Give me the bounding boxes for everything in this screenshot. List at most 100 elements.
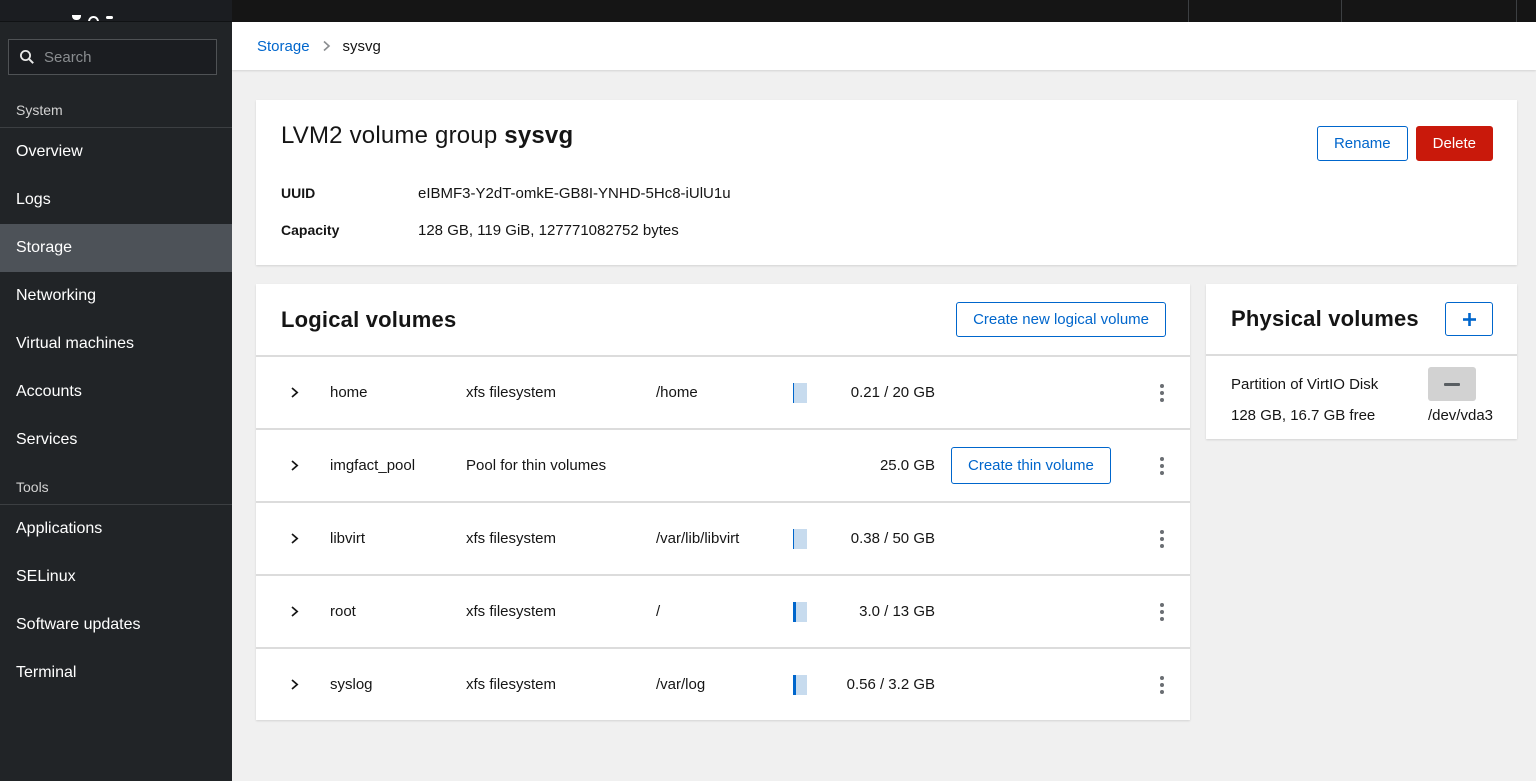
logo-fragment bbox=[72, 15, 81, 20]
sidebar-item-terminal[interactable]: Terminal bbox=[0, 649, 232, 697]
sidebar-item-accounts[interactable]: Accounts bbox=[0, 368, 232, 416]
sidebar-item-label: Applications bbox=[16, 520, 103, 537]
lv-name: imgfact_pool bbox=[330, 457, 416, 474]
topbar-divider bbox=[1188, 0, 1189, 22]
search-input[interactable] bbox=[44, 48, 206, 66]
kebab-menu-icon[interactable] bbox=[1134, 383, 1190, 402]
lv-type: xfs filesystem bbox=[466, 676, 557, 693]
minus-icon bbox=[1443, 382, 1460, 386]
sidebar-item-label: Virtual machines bbox=[16, 335, 134, 352]
sidebar-item-label: Logs bbox=[16, 191, 51, 208]
kebab-menu-icon[interactable] bbox=[1134, 529, 1190, 548]
lv-usage: 0.21 / 20 GB bbox=[850, 384, 935, 401]
lv-mount: /home bbox=[656, 384, 698, 401]
brand-logo-clipped bbox=[0, 0, 232, 22]
sidebar-item-selinux[interactable]: SELinux bbox=[0, 553, 232, 601]
lv-name: libvirt bbox=[330, 530, 366, 547]
kebab-menu-icon[interactable] bbox=[1134, 602, 1190, 621]
rename-button[interactable]: Rename bbox=[1316, 126, 1408, 161]
sidebar-item-networking[interactable]: Networking bbox=[0, 272, 232, 320]
pv-device: /dev/vda3 bbox=[1427, 407, 1493, 424]
topbar-divider bbox=[1516, 0, 1517, 22]
usage-bar bbox=[793, 674, 807, 695]
lv-row-syslog[interactable]: syslog xfs filesystem /var/log 0.56 / 3.… bbox=[256, 647, 1190, 720]
lv-name: syslog bbox=[330, 676, 373, 693]
capacity-field: Capacity 128 GB, 119 GiB, 127771082752 b… bbox=[281, 222, 1493, 239]
kebab-menu-icon[interactable] bbox=[1134, 675, 1190, 694]
sidebar-item-logs[interactable]: Logs bbox=[0, 176, 232, 224]
topbar-divider bbox=[1341, 0, 1342, 22]
capacity-label: Capacity bbox=[281, 222, 340, 238]
lv-type: xfs filesystem bbox=[466, 384, 557, 401]
breadcrumb-current: sysvg bbox=[342, 37, 381, 55]
lv-row-root[interactable]: root xfs filesystem / 3.0 / 13 GB bbox=[256, 574, 1190, 647]
usage-bar bbox=[793, 528, 807, 549]
sidebar-item-label: SELinux bbox=[16, 568, 76, 585]
lv-name: home bbox=[330, 384, 368, 401]
remove-physical-volume-button[interactable] bbox=[1427, 367, 1476, 401]
volume-group-card: LVM2 volume group sysvg Rename Delete UU… bbox=[256, 100, 1517, 265]
uuid-label: UUID bbox=[281, 185, 316, 201]
sidebar: System Overview Logs Storage Networking … bbox=[0, 0, 232, 781]
lv-type: xfs filesystem bbox=[466, 603, 557, 620]
page-title-prefix: LVM2 volume group bbox=[281, 122, 505, 149]
lv-mount: /var/lib/libvirt bbox=[656, 530, 740, 547]
logo-fragment bbox=[88, 16, 99, 21]
page-title: LVM2 volume group sysvg bbox=[281, 122, 573, 150]
lv-row-imgfact-pool[interactable]: imgfact_pool Pool for thin volumes 25.0 … bbox=[256, 428, 1190, 501]
sidebar-item-services[interactable]: Services bbox=[0, 416, 232, 464]
physical-volumes-card: Physical volumes Partition of VirtIO Dis… bbox=[1206, 284, 1517, 439]
delete-button[interactable]: Delete bbox=[1415, 126, 1493, 161]
breadcrumb-storage-link[interactable]: Storage bbox=[257, 38, 310, 55]
breadcrumb-chevron-icon bbox=[322, 40, 331, 52]
lv-row-libvirt[interactable]: libvirt xfs filesystem /var/lib/libvirt … bbox=[256, 501, 1190, 574]
search-icon bbox=[19, 49, 35, 65]
lv-mount: / bbox=[656, 603, 661, 620]
expand-chevron-icon[interactable] bbox=[272, 532, 330, 545]
physical-volumes-title: Physical volumes bbox=[1231, 306, 1419, 331]
capacity-value: 128 GB, 119 GiB, 127771082752 bytes bbox=[418, 222, 679, 239]
expand-chevron-icon[interactable] bbox=[272, 459, 330, 472]
create-logical-volume-button[interactable]: Create new logical volume bbox=[956, 302, 1166, 337]
usage-bar bbox=[793, 601, 807, 622]
kebab-menu-icon[interactable] bbox=[1134, 456, 1190, 475]
lv-usage: 25.0 GB bbox=[879, 457, 935, 474]
expand-chevron-icon[interactable] bbox=[272, 678, 330, 691]
pv-name: Partition of VirtIO Disk bbox=[1231, 375, 1379, 393]
sidebar-item-software-updates[interactable]: Software updates bbox=[0, 601, 232, 649]
lv-mount: /var/log bbox=[656, 676, 706, 693]
sidebar-item-label: Terminal bbox=[16, 664, 77, 681]
lv-row-home[interactable]: home xfs filesystem /home 0.21 / 20 GB bbox=[256, 355, 1190, 428]
pv-row-vda3[interactable]: Partition of VirtIO Disk 128 GB, 16.7 GB… bbox=[1206, 354, 1517, 439]
sidebar-search[interactable] bbox=[8, 39, 217, 75]
lv-name: root bbox=[330, 603, 356, 620]
sidebar-item-label: Software updates bbox=[16, 616, 141, 633]
main-content: LVM2 volume group sysvg Rename Delete UU… bbox=[232, 70, 1536, 781]
sidebar-item-virtual-machines[interactable]: Virtual machines bbox=[0, 320, 232, 368]
logical-volumes-card: Logical volumes Create new logical volum… bbox=[256, 284, 1190, 720]
sidebar-item-label: Overview bbox=[16, 143, 83, 160]
sidebar-item-label: Services bbox=[16, 431, 78, 448]
expand-chevron-icon[interactable] bbox=[272, 386, 330, 399]
sidebar-item-applications[interactable]: Applications bbox=[0, 505, 232, 553]
nav-section-tools: Tools bbox=[0, 464, 232, 505]
top-bar bbox=[232, 0, 1536, 22]
expand-chevron-icon[interactable] bbox=[272, 605, 330, 618]
sidebar-item-storage[interactable]: Storage bbox=[0, 224, 232, 272]
page-title-name: sysvg bbox=[504, 122, 574, 149]
sidebar-item-overview[interactable]: Overview bbox=[0, 128, 232, 176]
logical-volumes-title: Logical volumes bbox=[281, 306, 457, 332]
sidebar-item-label: Accounts bbox=[16, 383, 82, 400]
lv-type: Pool for thin volumes bbox=[466, 457, 607, 474]
lv-type: xfs filesystem bbox=[466, 530, 557, 547]
plus-icon bbox=[1462, 312, 1477, 327]
add-physical-volume-button[interactable] bbox=[1445, 302, 1493, 336]
lv-usage: 0.38 / 50 GB bbox=[850, 530, 935, 547]
pv-size: 128 GB, 16.7 GB free bbox=[1231, 407, 1376, 424]
uuid-field: UUID eIBMF3-Y2dT-omkE-GB8I-YNHD-5Hc8-iUl… bbox=[281, 185, 1493, 202]
create-thin-volume-button[interactable]: Create thin volume bbox=[951, 447, 1111, 484]
usage-bar bbox=[793, 382, 807, 403]
nav-section-system: System bbox=[0, 87, 232, 128]
lv-usage: 0.56 / 3.2 GB bbox=[846, 676, 935, 693]
logo-fragment bbox=[106, 16, 113, 19]
